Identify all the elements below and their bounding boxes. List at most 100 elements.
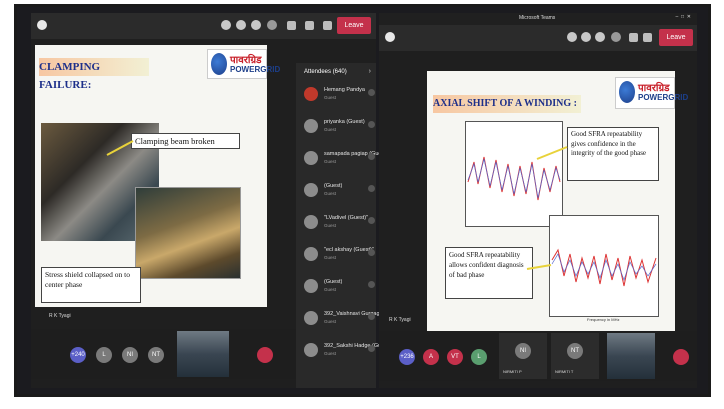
attendee-row[interactable]: "ecl akshay (Guest)" Guest [304,243,375,269]
attendee-role: Guest [324,191,337,196]
screenshot-frame: Leave CLAMPING FAILURE: पावरग्रिड POWERG… [14,4,711,397]
record-icon [385,32,395,42]
mic-off-icon [368,185,375,192]
attendees-title: Attendees (640) [304,69,347,75]
attendee-role: Guest [324,223,337,228]
shared-slide: CLAMPING FAILURE: पावरग्रिड POWERGRID Cl… [35,45,280,307]
attendee-row[interactable]: 392_Sakshi Hadge (Guest) Guest [304,339,390,365]
attendee-role: Guest [324,255,337,260]
attendee-role: Guest [324,159,337,164]
camera-icon[interactable] [629,33,638,42]
participant-tile[interactable]: NT NIRMITI T [551,333,599,379]
participant-avatar[interactable]: L [471,349,487,365]
avatar [304,183,318,197]
callout-arrow-bottom [526,264,552,270]
more-icon[interactable] [611,32,621,42]
avatar [304,343,318,357]
participant-avatar[interactable]: NI [122,347,138,363]
avatar [304,279,318,293]
close-icon[interactable]: › [369,68,371,75]
participant-avatar[interactable]: A [423,349,439,365]
sfra-trace-good [467,156,561,201]
sfra-plot-good-phase [465,121,563,227]
transformer-photo-2 [135,187,241,279]
logo-hindi-text: पावरग्रिड [638,83,670,94]
window-title: Microsoft Teams [519,15,556,21]
powergrid-logo: पावरग्रिड POWERGRID [207,49,280,79]
avatar [304,215,318,229]
attendee-row[interactable]: priyanka (Guest) Guest [304,115,375,141]
mic-icon[interactable] [305,21,314,30]
attendee-row[interactable]: (Guest) Guest [304,275,375,301]
participant-avatar: NT [567,343,583,359]
participant-avatar[interactable]: VT [447,349,463,365]
window-controls[interactable]: – □ ✕ [675,14,691,20]
mic-off-icon [368,89,375,96]
avatar [304,119,318,133]
left-toolbar: Leave [31,13,376,39]
callout-clamping-beam: Clamping beam broken [131,133,240,149]
avatar [304,311,318,325]
mic-off-icon [368,345,375,352]
attendee-list: Hemang Pandya Guest priyanka (Guest) Guest… [296,83,392,383]
plot-x-axis-label: Frequency in MHz [587,317,620,322]
mic-off-icon [368,281,375,288]
mic-icon[interactable] [643,33,652,42]
avatar [304,87,318,101]
avatar [304,247,318,261]
participant-avatar: NI [515,343,531,359]
reactions-icon[interactable] [251,20,261,30]
attendee-row[interactable]: samapada pagiap (Guest) Guest [304,147,388,173]
camera-icon[interactable] [287,21,296,30]
participant-avatar[interactable]: NT [148,347,164,363]
mic-off-icon [368,313,375,320]
attendee-row[interactable]: (Guest) Guest [304,179,375,205]
right-teams-window: Microsoft Teams – □ ✕ Leave AXIAL SHIFT … [379,13,697,388]
participant-tile[interactable]: NI NIRMITI P [499,333,547,379]
chat-icon[interactable] [236,20,246,30]
people-icon[interactable] [567,32,577,42]
attendee-row[interactable]: "LVadivel (Guest)" Guest [304,211,375,237]
attendee-role: Guest [324,127,337,132]
callout-arrow [106,140,134,156]
mic-off-icon [368,217,375,224]
leave-button[interactable]: Leave [659,29,693,46]
powergrid-logo: पावरग्रिड POWERGRID [615,77,688,109]
attendee-role: Guest [324,319,337,324]
mic-off-icon [368,249,375,256]
attendee-name: "LVadivel (Guest)" [324,215,369,221]
attendee-name: priyanka (Guest) [324,119,365,125]
people-icon[interactable] [221,20,231,30]
title-bar: Microsoft Teams – □ ✕ [379,13,697,25]
share-icon[interactable] [323,21,332,30]
tile-label: NIRMITI T [555,369,574,374]
callout-good-phase: Good SFRA repeatability gives confidence… [567,127,659,181]
callout-arrow-top [536,146,568,160]
mic-off-icon [368,121,375,128]
presenter-video-tile [177,331,229,377]
more-icon[interactable] [267,20,277,30]
logo-english-text: POWERGRID [638,93,689,102]
reactions-icon[interactable] [595,32,605,42]
participant-count-avatar[interactable]: +240 [70,347,86,363]
logo-globe-icon [619,81,635,103]
attendee-role: Guest [324,95,337,100]
right-participant-strip: +236 A VT L NI NIRMITI P NT NIRMITI T [379,331,697,381]
right-toolbar: Leave [379,25,697,51]
user-avatar[interactable] [257,347,273,363]
user-avatar[interactable] [673,349,689,365]
slide-title: AXIAL SHIFT OF A WINDING : [433,95,581,113]
mic-off-icon [368,153,375,160]
chat-icon[interactable] [581,32,591,42]
participant-avatar[interactable]: L [96,347,112,363]
participant-count-avatar[interactable]: +236 [399,349,415,365]
leave-button[interactable]: Leave [337,17,371,34]
attendee-row[interactable]: 392_Vaishnavi Gurgaguer... Guest [304,307,392,333]
sfra-trace-bad [551,248,657,287]
attendee-row[interactable]: Hemang Pandya Guest [304,83,375,109]
logo-hindi-text: पावरग्रिड [230,55,262,66]
attendee-role: Guest [324,351,337,356]
tile-label: NIRMITI P [503,369,522,374]
avatar [304,151,318,165]
attendee-name: Hemang Pandya [324,87,365,93]
